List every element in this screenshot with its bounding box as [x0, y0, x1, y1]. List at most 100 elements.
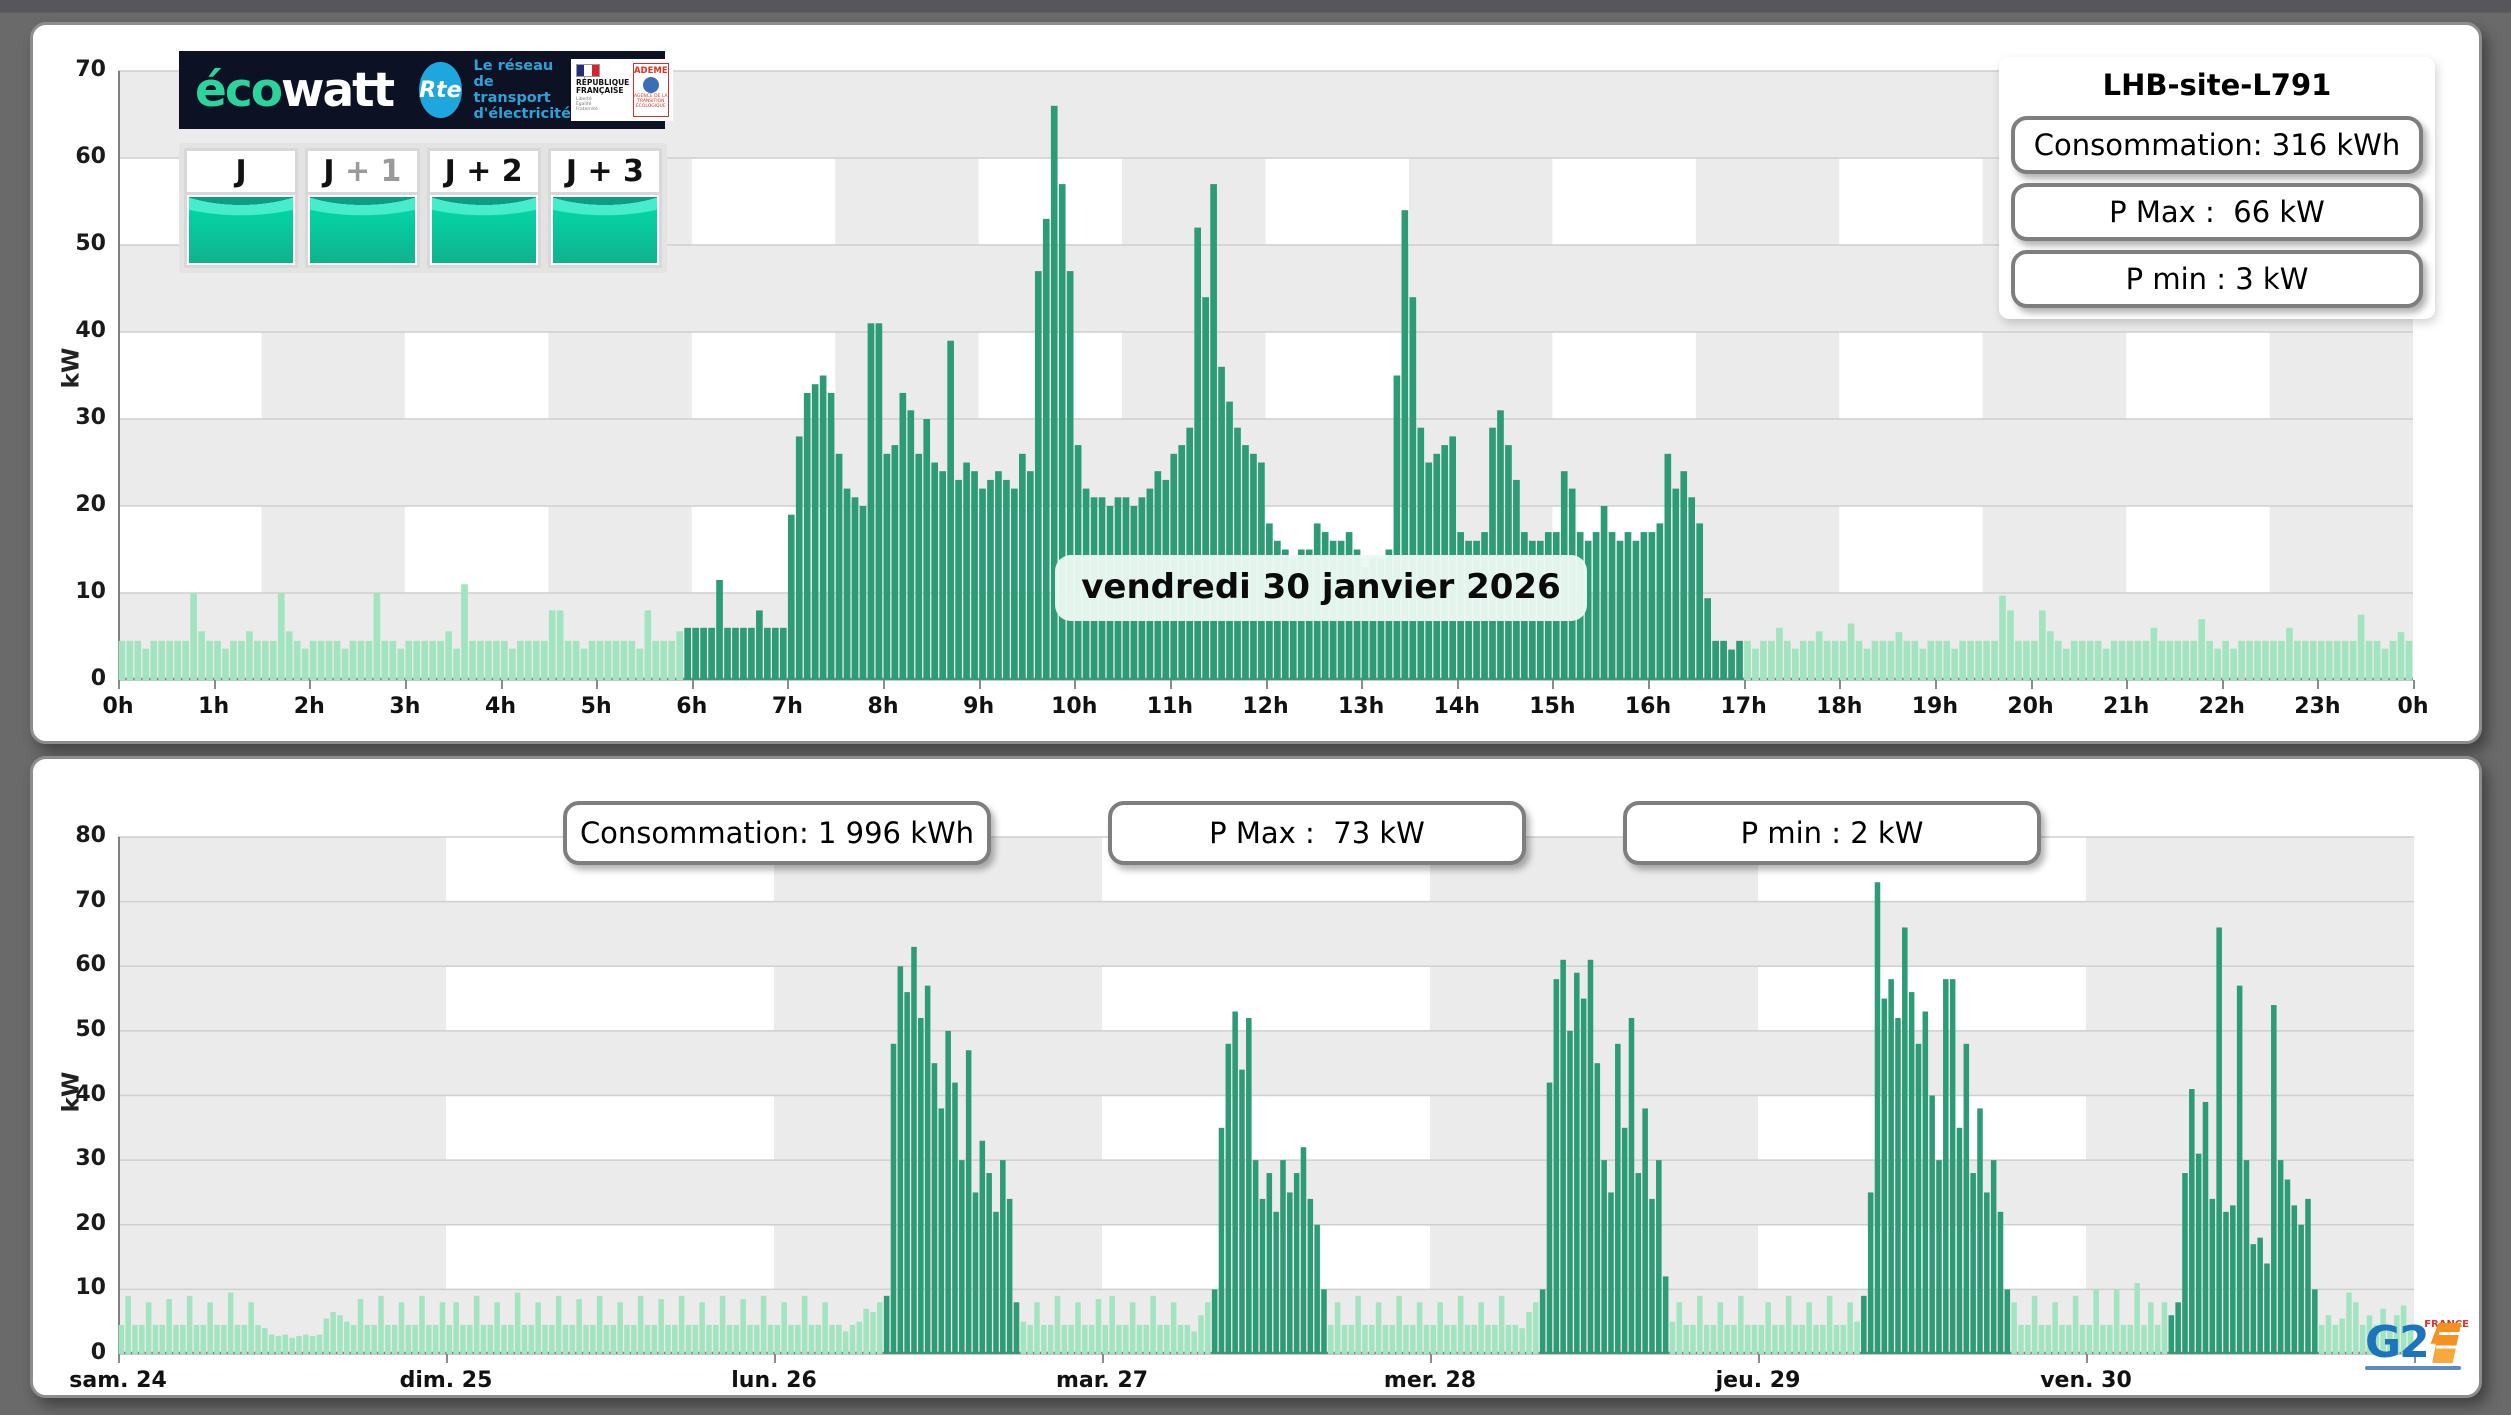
stat-pmin-week: P min : 2 kW: [1623, 801, 2041, 865]
axis-tick: [1430, 1354, 1432, 1363]
x-tick-label-hour: 17h: [1720, 694, 1767, 719]
y-tick-label: 20: [75, 492, 106, 517]
stat-pmax-week: P Max : 73 kW: [1108, 801, 1526, 865]
y-tick-label: 80: [75, 823, 106, 848]
x-tick-label-hour: 16h: [1624, 694, 1672, 719]
day-tile-0: J: [184, 148, 299, 268]
axis-tick: [500, 680, 503, 689]
y-tick-label: 10: [75, 579, 106, 604]
day-tile-3: J + 3: [547, 148, 662, 268]
axis-tick: [1648, 680, 1650, 689]
axis-tick: [118, 680, 120, 689]
day-tile-label: J + 2: [429, 151, 538, 195]
x-tick-label-hour: 13h: [1337, 694, 1385, 719]
day-tile-2: J + 2: [426, 148, 541, 268]
g2e-tagline: [2365, 1366, 2461, 1370]
axis-tick: [2086, 1354, 2088, 1363]
ecowatt-logo: écowatt: [195, 62, 395, 118]
stat-pmin-day: P min : 3 kW: [2011, 250, 2423, 308]
axis-tick: [774, 1354, 776, 1363]
axis-tick: [2413, 680, 2415, 689]
x-tick-label-day: ven. 30: [2040, 1368, 2132, 1393]
ademe-logo: ADEME AGENCE DE LA TRANSITION ÉCOLOGIQUE: [632, 63, 669, 117]
x-tick-label-day: jeu. 29: [1715, 1368, 1801, 1393]
x-tick-label-hour: 0h: [2397, 694, 2429, 719]
g2e-name: G2: [2365, 1317, 2430, 1368]
x-tick-label-hour: 0h: [102, 694, 134, 719]
y-tick-label: 20: [75, 1210, 106, 1236]
date-label: vendredi 30 janvier 2026: [1055, 555, 1587, 621]
x-tick-label-hour: 21h: [2102, 694, 2150, 719]
axis-tick: [2030, 680, 2033, 689]
y-tick-label: 50: [75, 1016, 106, 1042]
y-tick-label: 40: [75, 1081, 106, 1107]
dashboard: kW écowatt Rte Le réseau de transport d'…: [0, 0, 2511, 1415]
day-tile-1: J + 1: [305, 148, 420, 268]
x-tick-label-hour: 2h: [293, 694, 325, 719]
site-name: LHB-site-L791: [2102, 68, 2332, 102]
axis-tick: [309, 680, 312, 689]
y-tick-label: 10: [75, 1275, 106, 1301]
y-tick-label: 30: [75, 1146, 106, 1172]
axis-tick: [1743, 680, 1746, 689]
x-tick-label-hour: 7h: [771, 694, 803, 719]
x-tick-label-hour: 5h: [580, 694, 612, 719]
x-tick-label-hour: 1h: [198, 694, 230, 719]
x-tick-label-hour: 12h: [1242, 694, 1289, 719]
x-tick-label-hour: 19h: [1911, 694, 1959, 719]
x-tick-label-day: mer. 28: [1383, 1368, 1477, 1393]
axis-tick: [213, 680, 216, 689]
rte-logo: Rte: [419, 62, 462, 118]
axis-tick: [118, 1354, 120, 1363]
y-tick-label: 60: [75, 952, 106, 978]
x-tick-label-hour: 20h: [2007, 694, 2054, 719]
day-tile-label: J + 3: [550, 151, 659, 195]
x-tick-label-hour: 23h: [2294, 694, 2341, 719]
axis-tick: [2317, 680, 2320, 689]
axis-tick: [883, 680, 885, 689]
y-tick-label: 70: [75, 57, 106, 82]
french-republic-logo: RÉPUBLIQUE FRANÇAISE Liberté Égalité Frate…: [571, 59, 629, 121]
x-tick-label-hour: 6h: [676, 694, 708, 719]
axis-tick: [1074, 680, 1077, 689]
axis-tick: [978, 680, 981, 689]
ecowatt-status-image: [310, 197, 415, 263]
x-tick-label-hour: 10h: [1051, 694, 1098, 719]
day-tile-label: J: [187, 151, 296, 195]
x-tick-label-hour: 22h: [2198, 694, 2245, 719]
axis-tick: [1456, 680, 1459, 689]
x-tick-label-hour: 4h: [485, 694, 516, 719]
weekly-chart-panel: Consommation: 1 996 kWh P Max : 73 kW P …: [30, 756, 2482, 1398]
site-stats-card: LHB-site-L791 Consommation: 316 kWh P Ma…: [1999, 57, 2435, 319]
ecowatt-status-image: [552, 197, 657, 263]
daily-chart-panel: kW écowatt Rte Le réseau de transport d'…: [30, 22, 2482, 744]
axis-tick: [1169, 680, 1172, 689]
x-tick-label-day: sam. 24: [69, 1368, 167, 1393]
axis-tick: [1552, 680, 1555, 689]
axis-tick: [1839, 680, 1842, 689]
x-tick-label-day: mar. 27: [1055, 1368, 1149, 1393]
y-tick-label: 50: [75, 231, 106, 256]
axis-tick: [446, 1354, 448, 1363]
axis-tick: [691, 680, 694, 689]
axis-tick: [404, 680, 407, 689]
ecowatt-status-image: [431, 197, 536, 263]
x-tick-label-hour: 14h: [1433, 694, 1480, 719]
x-tick-label-day: lun. 26: [731, 1368, 817, 1393]
axis-tick: [1758, 1354, 1760, 1363]
axis-tick: [1102, 1354, 1104, 1363]
y-tick-label: 60: [75, 144, 106, 169]
axis-tick: [596, 680, 599, 689]
stat-pmax-day: P Max : 66 kW: [2011, 183, 2423, 241]
axis-tick: [787, 680, 790, 689]
stat-consommation-week: Consommation: 1 996 kWh: [563, 801, 991, 865]
x-tick-label-hour: 11h: [1146, 694, 1194, 719]
y-tick-label: 30: [75, 405, 106, 430]
x-tick-label-hour: 18h: [1816, 694, 1863, 719]
y-tick-label: 40: [75, 318, 106, 343]
axis-tick: [1934, 680, 1937, 689]
axis-tick: [1361, 680, 1364, 689]
ecowatt-day-tiles: J J + 1 J + 2 J + 3: [179, 143, 667, 273]
y-tick-label: 70: [75, 887, 106, 913]
x-tick-label-hour: 15h: [1529, 694, 1576, 719]
